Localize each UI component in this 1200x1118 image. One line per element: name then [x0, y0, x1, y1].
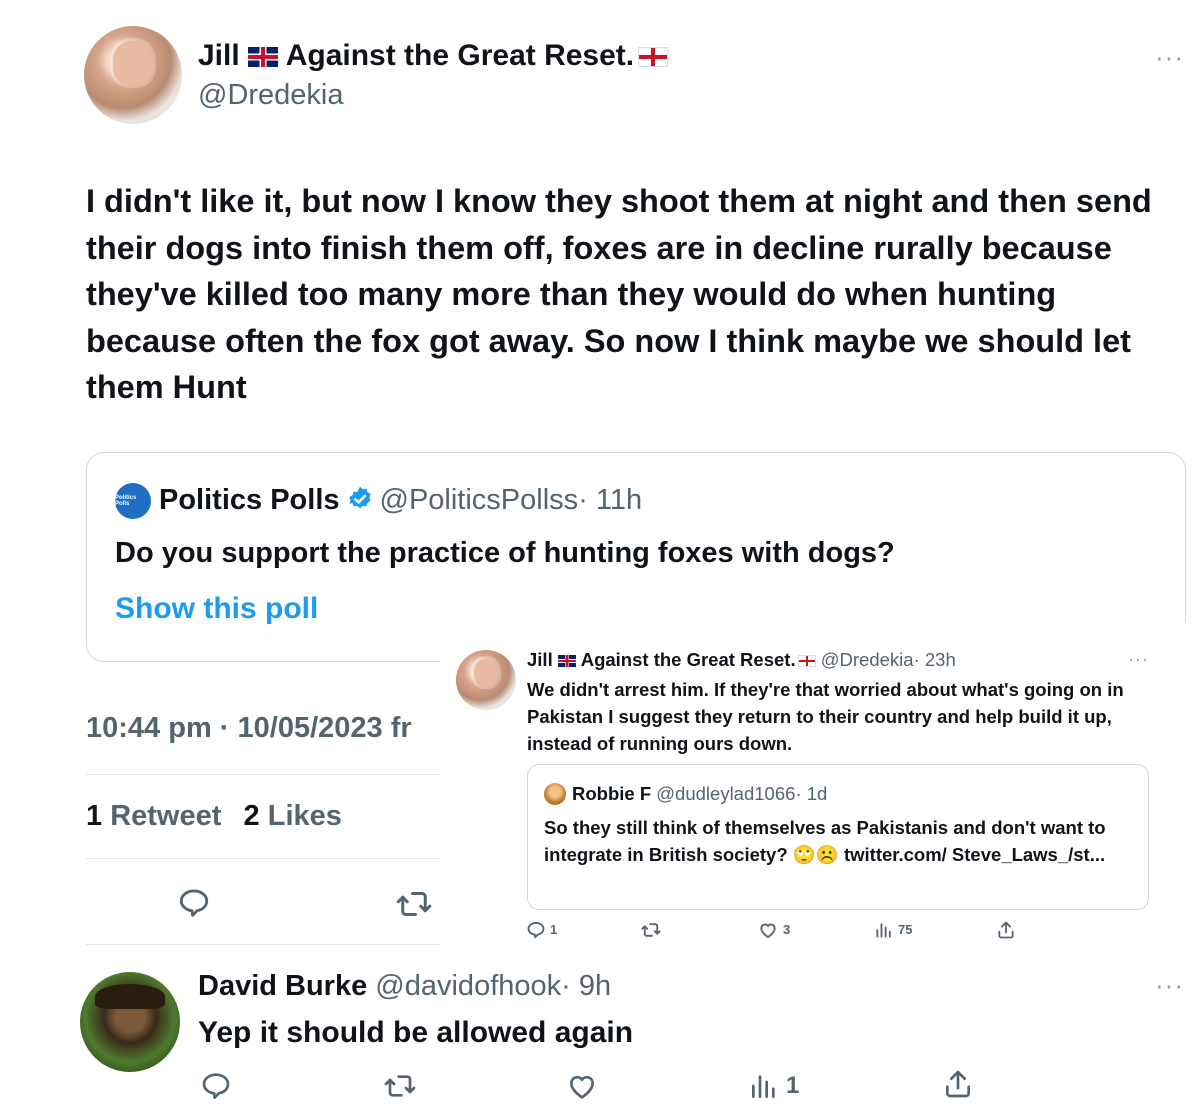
overlay-handle[interactable]: @Dredekia — [821, 649, 914, 670]
author-name-rest[interactable]: Against the Great Reset. — [286, 39, 634, 72]
reply-handle[interactable]: @davidofhook — [375, 970, 561, 1002]
author-name[interactable]: Jill — [198, 39, 240, 72]
avatar[interactable] — [84, 26, 182, 124]
overlay-views-count: 75 — [898, 922, 913, 937]
overlay-time: · 23h — [913, 649, 956, 670]
like-icon[interactable] — [566, 1070, 598, 1102]
flag-england-icon — [638, 47, 669, 68]
show-poll-link[interactable]: Show this poll — [115, 591, 318, 627]
reply-icon[interactable] — [526, 920, 546, 940]
author-handle[interactable]: @Dredekia — [198, 78, 344, 112]
reply-icon[interactable] — [200, 1070, 232, 1102]
likes-count: 2 — [243, 800, 260, 832]
reply-author-name[interactable]: David Burke — [198, 970, 367, 1002]
poll-avatar-text: Politics Polls — [115, 495, 137, 507]
reply-text: Yep it should be allowed again — [198, 1016, 634, 1049]
overlay-author-name[interactable]: Jill — [527, 649, 553, 670]
share-icon[interactable] — [942, 1068, 974, 1100]
like-icon[interactable] — [758, 920, 778, 940]
reply-icon[interactable] — [176, 886, 212, 920]
retweet-icon[interactable] — [394, 886, 434, 922]
poll-handle[interactable]: @PoliticsPollss — [380, 484, 579, 516]
flag-uk-icon — [557, 655, 576, 668]
more-icon[interactable]: ··· — [1128, 650, 1149, 668]
retweet-count: 1 — [86, 800, 103, 832]
overlay-reply-count: 1 — [550, 922, 558, 937]
poll-author-name[interactable]: Politics Polls — [159, 484, 340, 516]
poll-avatar: Politics Polls — [115, 483, 151, 519]
views-icon[interactable] — [748, 1070, 780, 1102]
poll-time: · 11h — [578, 484, 643, 516]
author-line: Jill Against the Great Reset. — [198, 38, 669, 74]
avatar[interactable] — [456, 650, 516, 710]
reply-author-line: David Burke @davidofhook· 9h — [198, 968, 611, 1004]
quote-text: So they still think of themselves as Pak… — [544, 817, 1106, 865]
flag-england-icon — [797, 655, 816, 668]
verified-badge-icon — [348, 486, 371, 509]
more-icon[interactable]: ··· — [1155, 44, 1184, 70]
avatar[interactable] — [80, 972, 180, 1072]
overlay-quote-card[interactable]: Robbie F @dudleylad1066· 1d So they stil… — [527, 764, 1149, 910]
flag-uk-icon — [247, 47, 278, 68]
poll-question: Do you support the practice of hunting f… — [115, 537, 895, 569]
likes-label[interactable]: Likes — [268, 800, 342, 832]
tweet-timestamp[interactable]: 10:44 pm · 10/05/2023 fr — [86, 710, 412, 746]
more-icon[interactable]: ··· — [1155, 972, 1184, 998]
retweet-icon[interactable] — [640, 920, 662, 940]
reply-views-count: 1 — [786, 1072, 800, 1099]
retweet-icon[interactable] — [382, 1070, 418, 1102]
engagement-counts: 1 Retweet 2 Likes — [86, 798, 342, 834]
overlay-author-name-rest[interactable]: Against the Great Reset. — [581, 649, 796, 670]
quote-avatar — [544, 783, 566, 805]
views-icon[interactable] — [874, 920, 894, 940]
quote-handle[interactable]: @dudleylad1066 — [656, 783, 795, 804]
quote-time: · 1d — [795, 783, 828, 804]
embedded-tweet-screenshot: Jill Against the Great Reset. @Dredekia· … — [440, 622, 1200, 952]
quote-author-name[interactable]: Robbie F — [572, 783, 651, 804]
tweet-text: I didn't like it, but now I know they sh… — [86, 183, 1152, 405]
poll-author-line: Politics Polls @PoliticsPollss· 11h — [159, 483, 642, 517]
reply-time: · 9h — [561, 970, 612, 1002]
overlay-tweet-text: We didn't arrest him. If they're that wo… — [527, 679, 1124, 754]
retweet-label[interactable]: Retweet — [110, 800, 221, 832]
overlay-author-line: Jill Against the Great Reset. @Dredekia· … — [527, 648, 956, 672]
share-icon[interactable] — [996, 920, 1016, 940]
overlay-like-count: 3 — [783, 922, 791, 937]
quote-author-line: Robbie F @dudleylad1066· 1d — [572, 782, 827, 806]
